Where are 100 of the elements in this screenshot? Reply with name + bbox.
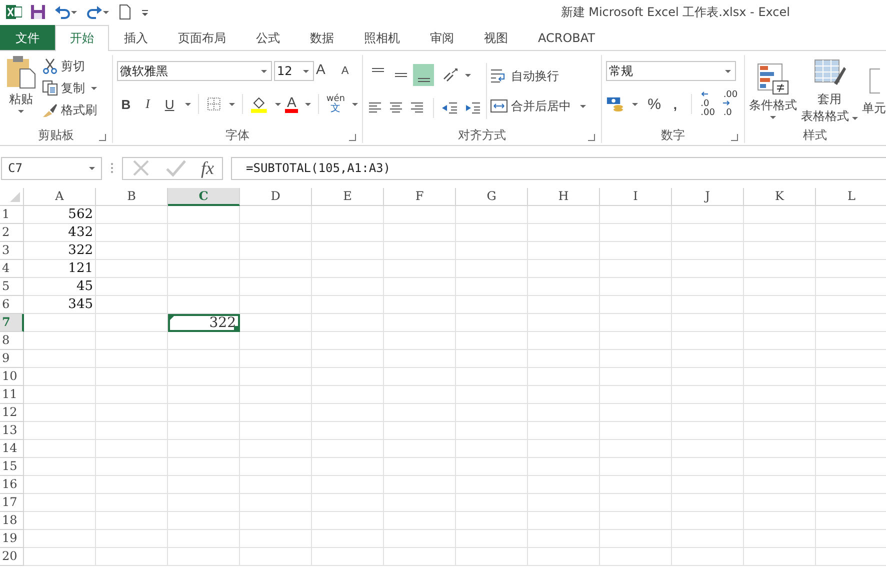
table-cell[interactable] [168,548,240,566]
table-cell[interactable] [312,512,384,530]
table-cell[interactable] [384,422,456,440]
table-cell[interactable] [672,422,744,440]
format-painter-button[interactable]: 格式刷 [38,99,97,121]
table-cell[interactable] [168,404,240,422]
table-cell[interactable] [528,494,600,512]
table-cell[interactable] [600,260,672,278]
table-cell[interactable] [240,278,312,296]
table-cell[interactable] [600,422,672,440]
table-cell[interactable] [600,296,672,314]
row-header[interactable]: 5 [0,278,24,296]
table-cell[interactable] [168,332,240,350]
table-cell[interactable] [672,260,744,278]
table-cell[interactable] [528,440,600,458]
table-cell[interactable] [240,332,312,350]
dialog-launcher-icon[interactable] [349,134,356,141]
table-cell[interactable] [384,368,456,386]
table-cell[interactable] [168,368,240,386]
number-format-field[interactable]: 常规 [606,61,736,81]
table-cell[interactable] [240,242,312,260]
table-cell[interactable] [528,278,600,296]
table-cell[interactable] [312,386,384,404]
table-cell[interactable] [24,494,96,512]
column-header[interactable]: L [816,188,886,206]
table-cell[interactable] [672,440,744,458]
row-header[interactable]: 1 [0,206,24,224]
table-cell[interactable] [600,350,672,368]
table-cell[interactable] [600,548,672,566]
table-cell[interactable] [168,512,240,530]
table-cell[interactable] [240,422,312,440]
table-cell[interactable] [96,404,168,422]
table-cell[interactable] [672,386,744,404]
dialog-launcher-icon[interactable] [588,134,595,141]
name-box[interactable]: C7 [1,156,102,180]
table-cell[interactable] [168,224,240,242]
row-header[interactable]: 18 [0,512,24,530]
table-cell[interactable] [96,494,168,512]
save-icon[interactable] [30,4,46,20]
row-header[interactable]: 14 [0,440,24,458]
table-cell[interactable] [24,458,96,476]
align-bottom-button[interactable] [413,64,434,86]
ribbon-tab[interactable]: ACROBAT [523,25,610,50]
file-tab[interactable]: 文件 [0,25,55,50]
table-cell[interactable] [384,224,456,242]
table-cell[interactable] [384,314,456,332]
table-cell[interactable] [24,368,96,386]
column-header[interactable]: I [600,188,672,206]
row-header[interactable]: 10 [0,368,24,386]
table-cell[interactable]: 345 [24,296,96,314]
table-cell[interactable] [312,458,384,476]
table-cell[interactable] [240,206,312,224]
table-cell[interactable] [456,368,528,386]
table-cell[interactable] [96,548,168,566]
table-cell[interactable] [528,404,600,422]
ribbon-tab[interactable]: 开始 [55,25,109,51]
table-cell[interactable] [240,386,312,404]
table-cell[interactable] [600,530,672,548]
table-cell[interactable] [384,386,456,404]
table-cell[interactable]: 432 [24,224,96,242]
table-cell[interactable] [600,386,672,404]
table-cell[interactable] [168,206,240,224]
table-cell[interactable] [384,440,456,458]
table-cell[interactable] [24,404,96,422]
table-cell[interactable] [456,512,528,530]
table-cell[interactable] [456,386,528,404]
table-cell[interactable] [672,206,744,224]
column-header[interactable]: G [456,188,528,206]
table-cell[interactable] [24,314,96,332]
active-cell[interactable]: 322 [168,314,240,332]
table-cell[interactable] [312,476,384,494]
row-header[interactable]: 2 [0,224,24,242]
increase-indent-icon[interactable] [464,100,482,116]
table-cell[interactable] [384,278,456,296]
table-cell[interactable] [24,512,96,530]
table-cell[interactable] [528,422,600,440]
decrease-indent-icon[interactable] [441,100,459,116]
table-cell[interactable] [672,368,744,386]
underline-button[interactable]: U [160,94,178,114]
table-cell[interactable]: 562 [24,206,96,224]
table-cell[interactable] [384,476,456,494]
table-cell[interactable] [96,296,168,314]
table-cell[interactable] [168,458,240,476]
fill-color-icon[interactable] [250,95,268,113]
table-cell[interactable] [240,530,312,548]
table-cell[interactable] [600,242,672,260]
table-cell[interactable] [744,494,816,512]
formula-field[interactable]: =SUBTOTAL(105,A1:A3) [231,156,886,180]
table-cell[interactable] [744,260,816,278]
table-cell[interactable] [528,242,600,260]
table-cell[interactable] [312,206,384,224]
table-cell[interactable] [312,296,384,314]
table-cell[interactable] [456,440,528,458]
table-cell[interactable] [24,350,96,368]
table-cell[interactable]: 45 [24,278,96,296]
table-cell[interactable] [96,332,168,350]
table-cell[interactable] [168,386,240,404]
table-cell[interactable] [744,206,816,224]
table-cell[interactable] [24,440,96,458]
table-cell[interactable] [96,260,168,278]
